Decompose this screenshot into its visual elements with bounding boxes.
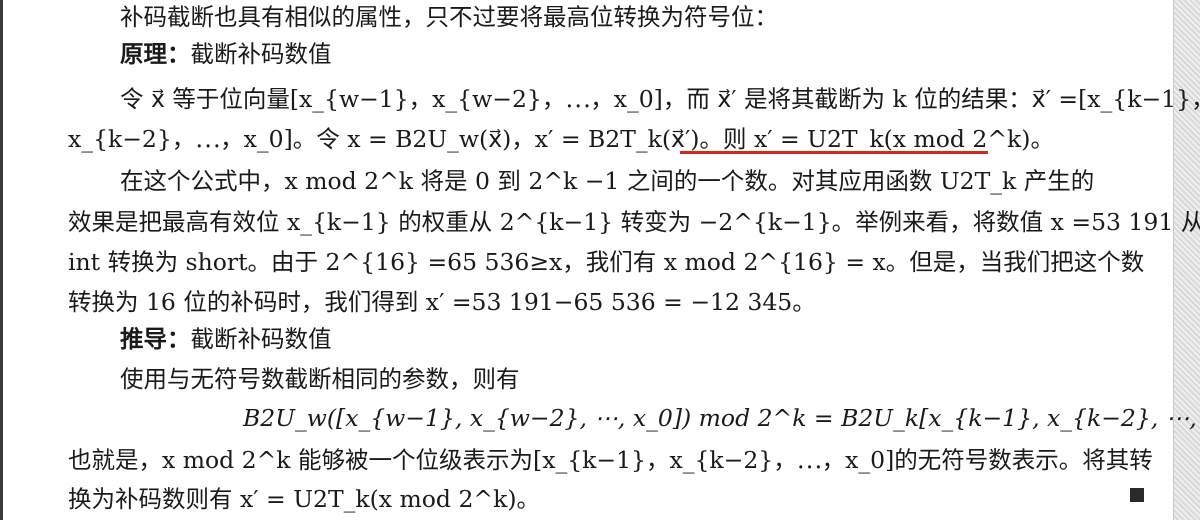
derivation-heading: 推导：截断补码数值 [120,324,332,354]
paragraph-line-4: x_{k−2}，⋯，x_0]。令 x = B2U_w(x⃗)，x′ = B2T_… [68,125,1054,153]
end-of-proof-square [1130,488,1144,502]
red-underline-annotation [680,151,988,154]
principle-title: 截断补码数值 [190,40,332,68]
document-page: 补码截断也具有相似的属性，只不过要将最高位转换为符号位： 原理：截断补码数值 令… [68,0,1200,520]
paragraph-line-8: 转换为 16 位的补码时，我们得到 x′ =53 191−65 536 = −1… [68,288,816,316]
principle-heading: 原理：截断补码数值 [120,39,332,69]
paragraph-line-3: 令 x⃗ 等于位向量[x_{w−1}，x_{w−2}，⋯，x_0]，而 x⃗′ … [120,85,1200,113]
paragraph-line-1: 补码截断也具有相似的属性，只不过要将最高位转换为符号位： [120,3,778,31]
paragraph-line-7: int 转换为 short。由于 2^{16} =65 536≥x，我们有 x … [68,248,1145,276]
scrollbar-track[interactable] [1173,0,1200,520]
equation-line: B2U_w([x_{w−1}, x_{w−2}, ⋯, x_0]) mod 2^… [243,404,1200,432]
paragraph-line-13: 换为补码数则有 x′ = U2T_k(x mod 2^k)。 [68,485,540,513]
derivation-label: 推导： [120,325,191,353]
paragraph-line-12: 也就是，x mod 2^k 能够被一个位级表示为[x_{k−1}，x_{k−2}… [68,446,1153,474]
paragraph-line-6: 效果是把最高有效位 x_{k−1} 的权重从 2^{k−1} 转变为 −2^{k… [68,208,1200,236]
derivation-title: 截断补码数值 [190,325,332,353]
paragraph-line-5: 在这个公式中，x mod 2^k 将是 0 到 2^k −1 之间的一个数。对其… [120,167,1095,195]
paragraph-line-10: 使用与无符号数截断相同的参数，则有 [120,365,520,393]
window-left-border [0,0,3,520]
principle-label: 原理： [120,40,191,68]
